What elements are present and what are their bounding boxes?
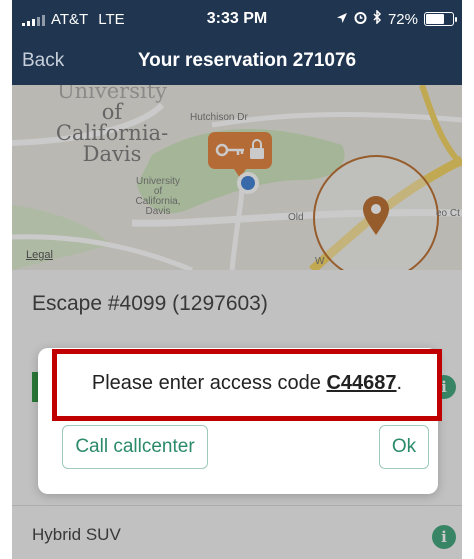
- location-arrow-icon: [336, 11, 348, 28]
- bluetooth-icon: [373, 9, 382, 28]
- call-callcenter-button[interactable]: Call callcenter: [62, 425, 208, 469]
- status-bar: AT&T LTE 3:33 PM 72%: [12, 0, 462, 38]
- alarm-icon: [354, 11, 367, 28]
- battery-icon: [424, 12, 457, 26]
- battery-percent: 72%: [387, 10, 418, 28]
- phone-screen: AT&T LTE 3:33 PM 72% Back Your reservati…: [12, 0, 462, 559]
- ok-button[interactable]: Ok: [379, 425, 429, 469]
- highlight-box: [52, 349, 442, 421]
- navigation-bar: Back Your reservation 271076: [12, 38, 462, 85]
- status-right: 72%: [336, 9, 457, 28]
- battery-fill: [426, 14, 444, 24]
- page-title: Your reservation 271076: [137, 50, 357, 71]
